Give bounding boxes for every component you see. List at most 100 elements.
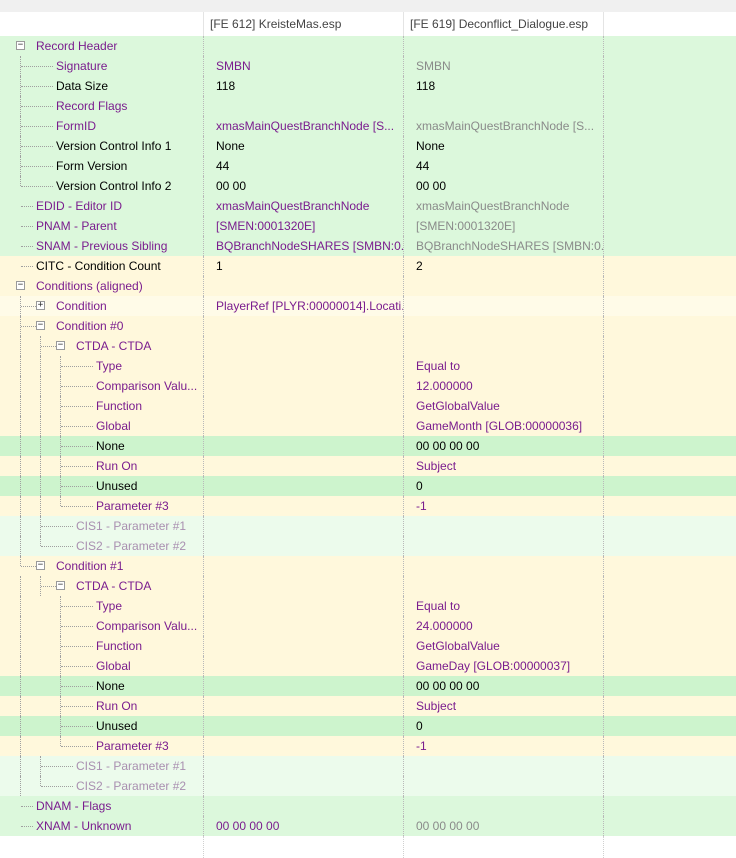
row-value-plugin-1[interactable] (204, 356, 404, 376)
tree-row-function[interactable]: Function GetGlobalValue (0, 636, 736, 656)
row-value-plugin-1[interactable] (204, 716, 404, 736)
row-value-plugin-2[interactable] (404, 36, 604, 56)
row-value-plugin-1[interactable] (204, 576, 404, 596)
row-value-plugin-1[interactable] (204, 656, 404, 676)
tree-row-comparison-valu[interactable]: Comparison Valu... 12.000000 (0, 376, 736, 396)
row-value-plugin-1[interactable]: 00 00 (204, 176, 404, 196)
row-value-plugin-1[interactable] (204, 416, 404, 436)
row-value-plugin-2[interactable]: xmasMainQuestBranchNode (404, 196, 604, 216)
tree-row-condition-0[interactable]: − Condition #0 (0, 316, 736, 336)
row-value-plugin-1[interactable] (204, 676, 404, 696)
row-value-plugin-2[interactable] (404, 756, 604, 776)
row-value-plugin-2[interactable]: 00 00 00 00 (404, 676, 604, 696)
row-value-plugin-1[interactable] (204, 756, 404, 776)
minus-box-icon[interactable]: − (56, 581, 65, 590)
row-value-plugin-2[interactable] (404, 336, 604, 356)
row-value-plugin-1[interactable] (204, 376, 404, 396)
tree-row-cis1-parameter-1[interactable]: CIS1 - Parameter #1 (0, 756, 736, 776)
row-value-plugin-1[interactable]: 44 (204, 156, 404, 176)
row-value-plugin-2[interactable]: [SMEN:0001320E] (404, 216, 604, 236)
tree-row-type[interactable]: Type Equal to (0, 356, 736, 376)
minus-box-icon[interactable]: − (16, 41, 25, 50)
tree-row-parameter-3[interactable]: Parameter #3 -1 (0, 496, 736, 516)
tree-row-unused[interactable]: Unused 0 (0, 716, 736, 736)
tree-row-global[interactable]: Global GameDay [GLOB:00000037] (0, 656, 736, 676)
row-value-plugin-2[interactable]: 24.000000 (404, 616, 604, 636)
row-value-plugin-2[interactable] (404, 276, 604, 296)
row-value-plugin-2[interactable]: 00 00 (404, 176, 604, 196)
tree-row-comparison-valu[interactable]: Comparison Valu... 24.000000 (0, 616, 736, 636)
row-value-plugin-2[interactable]: 0 (404, 476, 604, 496)
tree-row-parameter-3[interactable]: Parameter #3 -1 (0, 736, 736, 756)
row-value-plugin-1[interactable] (204, 616, 404, 636)
row-value-plugin-1[interactable] (204, 776, 404, 796)
row-value-plugin-1[interactable] (204, 536, 404, 556)
tree-row-none[interactable]: None 00 00 00 00 (0, 436, 736, 456)
row-value-plugin-2[interactable]: 118 (404, 76, 604, 96)
row-value-plugin-1[interactable] (204, 396, 404, 416)
row-value-plugin-2[interactable]: Equal to (404, 356, 604, 376)
tree-row-unused[interactable]: Unused 0 (0, 476, 736, 496)
row-value-plugin-1[interactable] (204, 696, 404, 716)
tree-row-record-flags[interactable]: Record Flags (0, 96, 736, 116)
row-value-plugin-1[interactable] (204, 596, 404, 616)
row-value-plugin-1[interactable] (204, 496, 404, 516)
row-value-plugin-1[interactable]: xmasMainQuestBranchNode (204, 196, 404, 216)
row-value-plugin-2[interactable]: GameMonth [GLOB:00000036] (404, 416, 604, 436)
row-value-plugin-1[interactable] (204, 436, 404, 456)
plus-box-icon[interactable]: + (36, 301, 45, 310)
tree-row-run-on[interactable]: Run On Subject (0, 456, 736, 476)
tree-row-data-size[interactable]: Data Size 118 118 (0, 76, 736, 96)
row-value-plugin-1[interactable]: PlayerRef [PLYR:00000014].Locati... (204, 296, 404, 316)
row-value-plugin-2[interactable]: Equal to (404, 596, 604, 616)
row-value-plugin-2[interactable] (404, 576, 604, 596)
tree-row-cis1-parameter-1[interactable]: CIS1 - Parameter #1 (0, 516, 736, 536)
row-value-plugin-1[interactable] (204, 516, 404, 536)
row-value-plugin-2[interactable]: Subject (404, 456, 604, 476)
row-value-plugin-2[interactable] (404, 536, 604, 556)
row-value-plugin-2[interactable]: GetGlobalValue (404, 396, 604, 416)
tree-row-edid-editor-id[interactable]: EDID - Editor ID xmasMainQuestBranchNode x… (0, 196, 736, 216)
row-value-plugin-2[interactable]: BQBranchNodeSHARES [SMBN:0... (404, 236, 604, 256)
row-value-plugin-1[interactable] (204, 556, 404, 576)
row-value-plugin-1[interactable] (204, 36, 404, 56)
tree-row-ctda-ctda[interactable]: − CTDA - CTDA (0, 336, 736, 356)
minus-box-icon[interactable]: − (56, 341, 65, 350)
row-value-plugin-1[interactable]: [SMEN:0001320E] (204, 216, 404, 236)
tree-row-cis2-parameter-2[interactable]: CIS2 - Parameter #2 (0, 776, 736, 796)
row-value-plugin-2[interactable]: SMBN (404, 56, 604, 76)
tree-row-condition-1[interactable]: − Condition #1 (0, 556, 736, 576)
tree-row-ctda-ctda[interactable]: − CTDA - CTDA (0, 576, 736, 596)
row-value-plugin-2[interactable]: GetGlobalValue (404, 636, 604, 656)
row-value-plugin-2[interactable] (404, 316, 604, 336)
minus-box-icon[interactable]: − (36, 321, 45, 330)
row-value-plugin-1[interactable] (204, 476, 404, 496)
row-value-plugin-2[interactable]: Subject (404, 696, 604, 716)
row-value-plugin-2[interactable] (404, 516, 604, 536)
row-value-plugin-2[interactable]: GameDay [GLOB:00000037] (404, 656, 604, 676)
tree-row-citc-condition-count[interactable]: CITC - Condition Count 1 2 (0, 256, 736, 276)
row-value-plugin-2[interactable]: 12.000000 (404, 376, 604, 396)
row-value-plugin-1[interactable] (204, 96, 404, 116)
row-value-plugin-2[interactable] (404, 776, 604, 796)
row-value-plugin-2[interactable]: None (404, 136, 604, 156)
tree-row-xnam-unknown[interactable]: XNAM - Unknown 00 00 00 00 00 00 00 00 (0, 816, 736, 836)
row-value-plugin-2[interactable]: 00 00 00 00 (404, 436, 604, 456)
tree-row-version-control-info-2[interactable]: Version Control Info 2 00 00 00 00 (0, 176, 736, 196)
tree-row-signature[interactable]: Signature SMBN SMBN (0, 56, 736, 76)
tree-row-record-header[interactable]: − Record Header (0, 36, 736, 56)
column-header-label[interactable] (0, 12, 204, 36)
tree-row-version-control-info-1[interactable]: Version Control Info 1 None None (0, 136, 736, 156)
row-value-plugin-1[interactable]: 00 00 00 00 (204, 816, 404, 836)
column-header-plugin-1[interactable]: [FE 612] KreisteMas.esp (204, 12, 404, 36)
tree-row-form-version[interactable]: Form Version 44 44 (0, 156, 736, 176)
row-value-plugin-1[interactable] (204, 796, 404, 816)
row-value-plugin-1[interactable] (204, 736, 404, 756)
tree-row-dnam-flags[interactable]: DNAM - Flags (0, 796, 736, 816)
row-value-plugin-2[interactable] (404, 296, 604, 316)
tree-row-type[interactable]: Type Equal to (0, 596, 736, 616)
tree-row-conditions-aligned[interactable]: − Conditions (aligned) (0, 276, 736, 296)
row-value-plugin-2[interactable]: 2 (404, 256, 604, 276)
tree-row-snam-previous-sibling[interactable]: SNAM - Previous Sibling BQBranchNodeSHARE… (0, 236, 736, 256)
row-value-plugin-1[interactable]: 118 (204, 76, 404, 96)
